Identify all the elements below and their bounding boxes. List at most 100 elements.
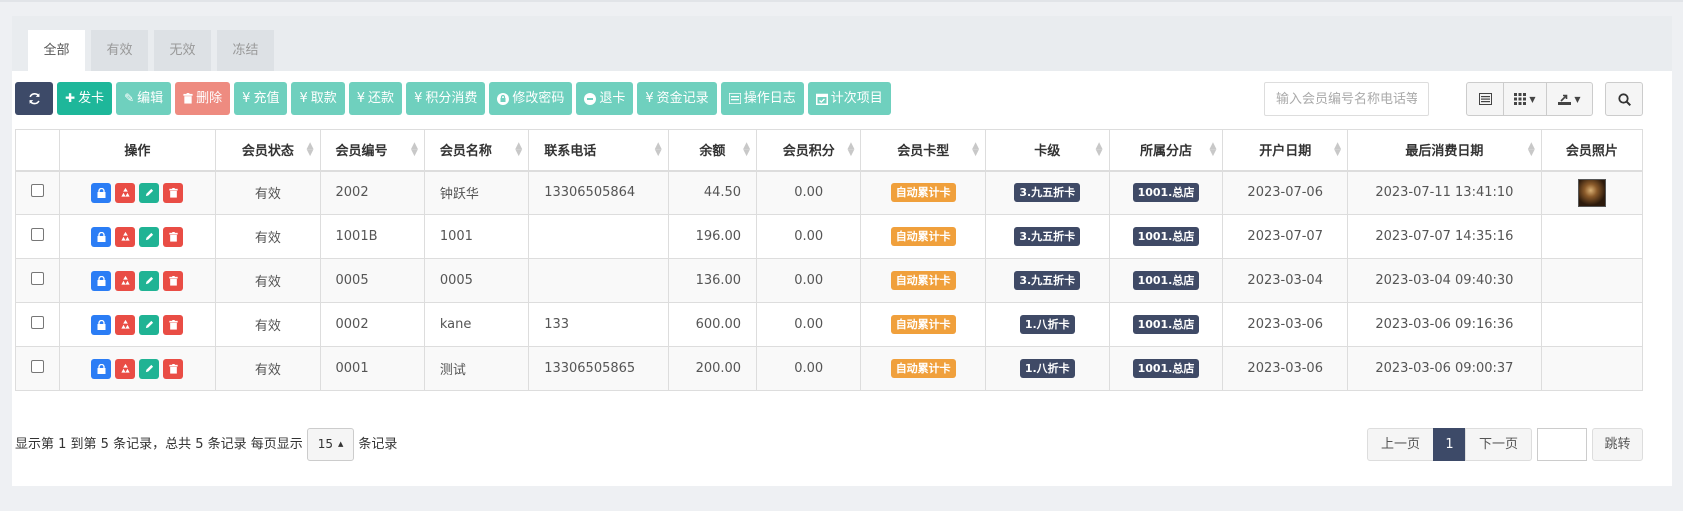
col-header-points[interactable]: 会员积分 ▲ ▼ — [756, 129, 862, 172]
card-type-badge: 自动累计卡 — [890, 271, 956, 290]
tab-invalid[interactable]: 无效 — [154, 30, 211, 71]
cell-phone: 133 — [528, 302, 669, 347]
col-header-id[interactable]: 会员编号 ▲ ▼ — [319, 129, 425, 172]
operation-log-button[interactable]: 操作日志 — [720, 82, 804, 115]
row-checkbox[interactable] — [30, 360, 44, 373]
cell-points: 0.00 — [756, 258, 862, 303]
store-badge: 1001.总店 — [1132, 315, 1200, 334]
col-header-last-date[interactable]: 最后消费日期 ▲ ▼ — [1347, 129, 1542, 172]
count-items-button[interactable]: 计次项目 — [807, 82, 891, 115]
cell-store: 1001.总店 — [1108, 258, 1224, 303]
edit-row-button[interactable] — [139, 226, 160, 247]
cell-last-date: 2023-07-07 14:35:16 — [1347, 214, 1542, 259]
col-header-store[interactable]: 所属分店 ▲ ▼ — [1108, 129, 1224, 172]
search-button[interactable] — [1605, 82, 1643, 116]
cell-phone — [528, 214, 669, 259]
lock-button[interactable] — [91, 270, 112, 291]
edit-row-button[interactable] — [139, 182, 160, 203]
edit-row-button[interactable] — [139, 270, 160, 291]
export-button[interactable]: ▼ — [1546, 82, 1593, 116]
toggle-view-button[interactable] — [1466, 82, 1504, 116]
cell-member-name: kane — [423, 302, 530, 347]
row-checkbox[interactable] — [30, 228, 44, 241]
delete-button[interactable]: 删除 — [175, 82, 231, 115]
col-header-name[interactable]: 会员名称 ▲ ▼ — [423, 129, 530, 172]
col-header-status[interactable]: 会员状态 ▲ ▼ — [215, 129, 321, 172]
issue-card-button[interactable]: ✚ 发卡 — [57, 82, 113, 115]
recycle-button[interactable] — [115, 270, 136, 291]
points-spend-button[interactable]: ¥ 积分消费 — [406, 82, 486, 115]
search-input[interactable] — [1264, 82, 1429, 116]
cell-last-date: 2023-03-04 09:40:30 — [1347, 258, 1542, 303]
cell-last-date: 2023-03-06 09:00:37 — [1347, 346, 1542, 391]
cell-level: 3.九五折卡 — [984, 170, 1110, 215]
delete-row-button[interactable] — [163, 182, 184, 203]
col-header-phone[interactable]: 联系电话 ▲ ▼ — [528, 129, 669, 172]
info-prefix: 显示第 1 到第 5 条记录，总共 5 条记录 每页显示 — [15, 437, 303, 452]
row-checkbox[interactable] — [30, 184, 44, 198]
jump-button[interactable]: 跳转 — [1592, 428, 1643, 461]
cell-member-id: 1001B — [319, 214, 425, 259]
row-checkbox[interactable] — [30, 316, 44, 329]
cell-open-date: 2023-03-06 — [1222, 302, 1348, 347]
page-size-dropdown[interactable]: 15 ▲ — [306, 428, 355, 461]
cell-balance: 136.00 — [667, 258, 758, 303]
cell-open-date: 2023-07-07 — [1222, 214, 1348, 259]
pencil-icon — [145, 276, 154, 285]
edit-row-button[interactable] — [139, 314, 160, 335]
list-view-icon — [1478, 93, 1492, 105]
plus-icon: ✚ — [65, 91, 76, 105]
caret-up-icon: ▲ — [338, 440, 344, 448]
row-select-cell — [15, 302, 60, 347]
return-card-button[interactable]: 退卡 — [576, 82, 634, 115]
edit-button[interactable]: ✎ 编辑 — [116, 82, 172, 115]
withdraw-button[interactable]: ¥ 取款 — [291, 82, 345, 115]
trash-icon — [169, 187, 178, 198]
cell-member-id: 0001 — [319, 346, 425, 391]
tab-valid[interactable]: 有效 — [91, 30, 148, 71]
edit-row-button[interactable] — [139, 358, 160, 379]
cell-card-type: 自动累计卡 — [860, 346, 986, 391]
col-header-card-type[interactable]: 会员卡型 ▲ ▼ — [860, 129, 986, 172]
sort-icon: ▲ ▼ — [1527, 141, 1535, 158]
change-password-label: 修改密码 — [512, 91, 565, 106]
col-header-balance[interactable]: 余额 ▲ ▼ — [667, 129, 758, 172]
tab-all[interactable]: 全部 — [28, 30, 85, 71]
cell-phone — [528, 258, 669, 303]
lock-button[interactable] — [91, 314, 112, 335]
sort-icon: ▲ ▼ — [1095, 141, 1103, 158]
cell-points: 0.00 — [756, 170, 862, 215]
tab-frozen[interactable]: 冻结 — [217, 30, 274, 71]
delete-row-button[interactable] — [163, 314, 184, 335]
jump-page-input[interactable] — [1537, 428, 1587, 461]
delete-row-button[interactable] — [163, 270, 184, 291]
delete-row-button[interactable] — [163, 226, 184, 247]
recycle-icon — [121, 363, 130, 373]
recycle-icon — [121, 319, 130, 329]
refresh-button[interactable] — [15, 82, 53, 115]
delete-row-button[interactable] — [163, 358, 184, 379]
col-header-level[interactable]: 卡级 ▲ ▼ — [984, 129, 1110, 172]
fund-records-button[interactable]: ¥ 资金记录 — [637, 82, 717, 115]
recycle-button[interactable] — [115, 314, 136, 335]
page-button-1[interactable]: 1 — [1433, 428, 1466, 461]
yen-icon: ¥ — [242, 91, 251, 106]
columns-button[interactable]: ▼ — [1503, 82, 1547, 116]
change-password-button[interactable]: 修改密码 — [489, 82, 573, 115]
repay-button[interactable]: ¥ 还款 — [348, 82, 403, 115]
lock-button[interactable] — [91, 358, 112, 379]
member-photo[interactable] — [1577, 178, 1606, 207]
lock-button[interactable] — [91, 226, 112, 247]
cell-photo — [1540, 346, 1644, 391]
recharge-button[interactable]: ¥ 充值 — [234, 82, 288, 115]
col-header-open-date[interactable]: 开户日期 ▲ ▼ — [1222, 129, 1348, 172]
next-page-button[interactable]: 下一页 — [1465, 428, 1532, 461]
table-row: 有效 0002 kane 133 600.00 0.00 自动累计卡 1.八折卡… — [15, 302, 1644, 347]
prev-page-button[interactable]: 上一页 — [1367, 428, 1434, 461]
row-checkbox[interactable] — [30, 272, 44, 285]
row-select-cell — [15, 214, 60, 259]
recycle-button[interactable] — [115, 226, 136, 247]
lock-button[interactable] — [91, 182, 112, 203]
recycle-button[interactable] — [115, 182, 136, 203]
recycle-button[interactable] — [115, 358, 136, 379]
